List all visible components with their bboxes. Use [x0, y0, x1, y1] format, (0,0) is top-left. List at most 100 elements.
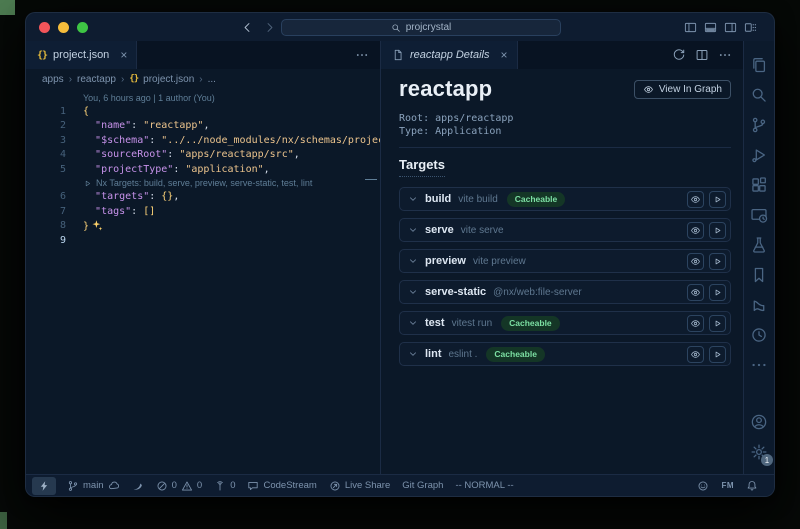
chevron-down-icon[interactable]	[407, 317, 419, 329]
toggle-panel-icon[interactable]	[704, 21, 717, 34]
target-preview-run-button[interactable]	[709, 253, 726, 270]
activity-additional-views[interactable]	[744, 350, 774, 380]
activity-manage-settings[interactable]: 1	[744, 437, 774, 467]
code-line[interactable]: 4 "sourceRoot": "apps/reactapp/src",	[26, 148, 380, 163]
status-bird-extension[interactable]	[126, 477, 150, 495]
activity-testing[interactable]	[744, 230, 774, 260]
code-line[interactable]: 8}	[26, 219, 380, 234]
target-command: vitest run	[452, 318, 493, 329]
activity-time-tracker[interactable]	[744, 320, 774, 350]
navigate-forward-icon[interactable]	[263, 21, 276, 34]
target-lint-run-button[interactable]	[709, 346, 726, 363]
target-row-preview[interactable]: previewvite preview	[399, 249, 731, 273]
vscode-window: projcrystal {} project.json × apps › rea…	[25, 12, 775, 497]
line-number: 6	[26, 191, 66, 202]
copilot-sparkle-icon[interactable]	[91, 219, 103, 231]
code-line[interactable]: 7 "tags": []	[26, 204, 380, 219]
zoom-window-button[interactable]	[77, 22, 88, 33]
target-row-test[interactable]: testvitest runCacheable	[399, 311, 731, 335]
status-codestream[interactable]: CodeStream	[241, 477, 322, 495]
git-codelens[interactable]: You, 6 hours ago | 1 author (You)	[26, 91, 380, 104]
run-target-lens-icon[interactable]	[83, 179, 92, 188]
code-line[interactable]: 2 "name": "reactapp",	[26, 119, 380, 134]
chevron-down-icon[interactable]	[407, 193, 419, 205]
activity-source-control[interactable]	[744, 110, 774, 140]
target-serve-static-run-button[interactable]	[709, 284, 726, 301]
target-test-view-config-button[interactable]	[687, 315, 704, 332]
target-serve-static-view-config-button[interactable]	[687, 284, 704, 301]
status-text: 0	[172, 480, 177, 491]
tab-reactapp-details[interactable]: reactapp Details ×	[381, 41, 518, 69]
target-row-serve-static[interactable]: serve-static@nx/web:file-server	[399, 280, 731, 304]
status-remote-indicator[interactable]	[32, 477, 56, 495]
activity-accounts[interactable]	[744, 407, 774, 437]
activity-bookmarks[interactable]	[744, 260, 774, 290]
activity-run-and-debug[interactable]	[744, 140, 774, 170]
activity-explorer[interactable]	[744, 50, 774, 80]
breadcrumb-item-symbol[interactable]: ...	[208, 74, 216, 85]
toggle-secondary-sidebar-icon[interactable]	[724, 21, 737, 34]
target-build-run-button[interactable]	[709, 191, 726, 208]
line-number: 7	[26, 206, 66, 217]
status-vim-mode[interactable]: -- NORMAL --	[449, 477, 519, 495]
chevron-down-icon[interactable]	[407, 348, 419, 360]
close-window-button[interactable]	[39, 22, 50, 33]
activity-extensions[interactable]	[744, 170, 774, 200]
activity-nx-console[interactable]	[744, 290, 774, 320]
breadcrumb-item-apps[interactable]: apps	[42, 74, 64, 85]
status-fm-indicator[interactable]: FM	[715, 477, 740, 495]
breadcrumb: apps › reactapp › {} project.json › ...	[26, 69, 380, 89]
command-center-search[interactable]: projcrystal	[281, 19, 561, 36]
project-details-panel: reactapp View In Graph Root: apps/reacta…	[381, 69, 743, 474]
tab-project-json[interactable]: {} project.json ×	[26, 41, 137, 69]
activity-search[interactable]	[744, 80, 774, 110]
target-row-lint[interactable]: linteslint .Cacheable	[399, 342, 731, 366]
target-row-build[interactable]: buildvite buildCacheable	[399, 187, 731, 211]
line-number: 5	[26, 164, 66, 175]
target-build-view-config-button[interactable]	[687, 191, 704, 208]
status-feedback-smiley[interactable]	[691, 477, 715, 495]
navigate-back-icon[interactable]	[241, 21, 254, 34]
activity-remote-explorer[interactable]	[744, 200, 774, 230]
code-line-text: "targets": {},	[66, 191, 179, 202]
status-notifications-bell[interactable]	[740, 477, 764, 495]
explorer-icon	[750, 56, 768, 74]
chevron-down-icon[interactable]	[407, 286, 419, 298]
status-live-share[interactable]: Live Share	[323, 477, 396, 495]
code-line[interactable]: 9	[26, 233, 380, 248]
status-git-graph[interactable]: Git Graph	[396, 477, 449, 495]
more-editor-actions-icon[interactable]	[355, 48, 369, 62]
target-serve-view-config-button[interactable]	[687, 222, 704, 239]
minimize-window-button[interactable]	[58, 22, 69, 33]
more-editor-actions-icon[interactable]	[718, 48, 732, 62]
code-line[interactable]: 1{	[26, 104, 380, 119]
titlebar: projcrystal	[26, 13, 774, 41]
view-in-graph-button[interactable]: View In Graph	[634, 80, 731, 99]
comment-icon	[247, 480, 259, 492]
code-line[interactable]: 3 "$schema": "../../node_modules/nx/sche…	[26, 133, 380, 148]
toggle-primary-sidebar-icon[interactable]	[684, 21, 697, 34]
chevron-down-icon[interactable]	[407, 255, 419, 267]
eye-icon	[690, 194, 701, 205]
target-test-run-button[interactable]	[709, 315, 726, 332]
target-serve-run-button[interactable]	[709, 222, 726, 239]
target-preview-view-config-button[interactable]	[687, 253, 704, 270]
code-line[interactable]: 6 "targets": {},	[26, 190, 380, 205]
close-tab-icon[interactable]: ×	[120, 48, 127, 62]
customize-layout-icon[interactable]	[744, 21, 757, 34]
status-forwarded-ports[interactable]: 0	[208, 477, 241, 495]
refresh-view-icon[interactable]	[672, 48, 686, 62]
code-line[interactable]: 5 "projectType": "application",	[26, 162, 380, 177]
code-editor[interactable]: You, 6 hours ago | 1 author (You)1{2 "na…	[26, 89, 380, 474]
split-editor-icon[interactable]	[695, 48, 709, 62]
nx-targets-codelens[interactable]: Nx Targets: build, serve, preview, serve…	[26, 177, 380, 190]
status-git-branch[interactable]: main	[61, 477, 126, 495]
status-problems[interactable]: 00	[150, 477, 209, 495]
breadcrumb-item-reactapp[interactable]: reactapp	[77, 74, 116, 85]
target-row-serve[interactable]: servevite serve	[399, 218, 731, 242]
close-tab-icon[interactable]: ×	[501, 48, 508, 62]
chevron-down-icon[interactable]	[407, 224, 419, 236]
breadcrumb-item-file[interactable]: project.json	[143, 74, 194, 85]
target-lint-view-config-button[interactable]	[687, 346, 704, 363]
desktop-accent-bottom	[0, 512, 7, 529]
